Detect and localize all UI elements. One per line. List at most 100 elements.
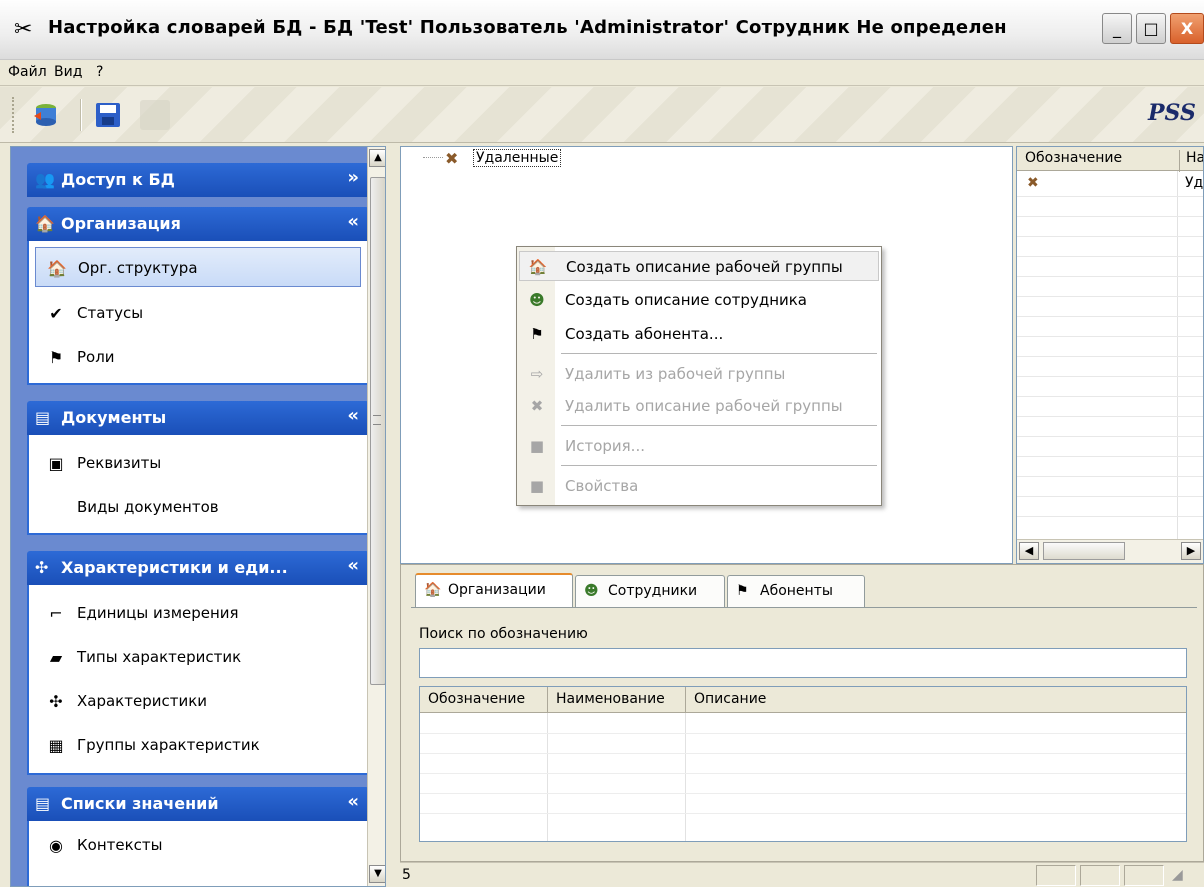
ctx-separator [561,425,877,426]
nav-item-units[interactable]: ⌐ Единицы измерения [35,593,361,633]
tab-employees[interactable]: ☻ Сотрудники [575,575,725,607]
house-icon: 🏠 [35,214,55,233]
ctx-properties[interactable]: ■ Свойства [519,471,879,501]
app-window: ✂ Настройка словарей БД - БД 'Test' Поль… [0,0,1204,887]
group-title: Характеристики и еди... [61,558,288,577]
col-header-designation[interactable]: Обозначение [1025,150,1122,166]
database-icon[interactable] [28,97,64,133]
col-header-name[interactable]: Наименование [548,687,686,713]
chevron-up-icon[interactable]: « [347,791,359,812]
menu-file[interactable]: Файл [8,64,47,80]
nav-item-label: Орг. структура [78,259,198,277]
title-bar: ✂ Настройка словарей БД - БД 'Test' Поль… [0,0,1204,60]
table-row [1017,377,1203,397]
nav-item-label: Контексты [77,836,163,854]
ctx-create-workgroup[interactable]: 🏠 Создать описание рабочей группы [519,251,879,281]
table-row [1017,197,1203,217]
col-header-name[interactable]: На [1179,150,1203,172]
tab-organizations[interactable]: 🏠 Организации [415,573,573,609]
nav-group-header[interactable]: ▤ Списки значений « [27,787,369,821]
house-icon: 🏠 [528,258,548,276]
minimize-button[interactable]: _ [1102,13,1132,44]
nav-item-label: Реквизиты [77,454,162,472]
table-row[interactable]: ✖ Уд [1017,171,1203,197]
table-row [1017,477,1203,497]
ctx-history[interactable]: ■ История... [519,431,879,461]
person-icon: ☻ [584,583,599,599]
house-icon: 🏠 [47,259,67,278]
nav-item-char-types[interactable]: ▰ Типы характеристик [35,637,361,677]
group-title: Организация [61,214,181,233]
flag-icon: ⚑ [736,583,749,599]
nav-group-header[interactable]: 👥 Доступ к БД » [27,163,369,197]
tab-label: Абоненты [760,583,833,599]
nav-item-label: Статусы [77,304,144,322]
organizations-table: Обозначение Наименование Описание [419,686,1187,842]
menu-help[interactable]: ? [96,64,103,80]
col-header-description[interactable]: Описание [686,687,1186,713]
nav-item-statuses[interactable]: ✔ Статусы [35,293,361,333]
scroll-thumb[interactable] [1043,542,1125,560]
tab-subscribers[interactable]: ⚑ Абоненты [727,575,865,607]
status-bar: 5 ◢ [400,862,1204,887]
chevron-down-icon[interactable]: » [347,167,359,188]
close-button[interactable]: X [1170,13,1204,44]
col-header-designation[interactable]: Обозначение [420,687,548,713]
chevron-up-icon[interactable]: « [347,405,359,426]
characteristics-icon: ✣ [49,692,63,711]
scroll-thumb[interactable] [370,177,385,685]
maximize-button[interactable]: □ [1136,13,1166,44]
form-icon: ▣ [48,454,64,473]
nav-group-header[interactable]: ✣ Характеристики и еди... « [27,551,369,585]
menu-view[interactable]: Вид [54,64,82,80]
toolbar-grip[interactable] [12,97,16,133]
documents-icon: ▤ [35,408,51,427]
nav-item-attributes[interactable]: ▣ Реквизиты [35,443,361,483]
scroll-up-icon[interactable]: ▲ [369,149,385,167]
nav-item-char-groups[interactable]: ▦ Группы характеристик [35,725,361,765]
nav-item-contexts[interactable]: ◉ Контексты [35,825,361,865]
tab-label: Организации [448,582,546,598]
nav-group-body: ◉ Контексты [27,821,369,886]
nav-item-document-types[interactable]: Виды документов [35,487,361,527]
status-panel [1036,865,1076,886]
history-icon: ■ [529,437,545,455]
ctx-delete-workgroup[interactable]: ✖ Удалить описание рабочей группы [519,391,879,421]
horizontal-scrollbar[interactable]: ◀ ▶ [1017,539,1203,563]
status-count: 5 [402,867,411,883]
table-row [420,773,1186,774]
context-icon: ◉ [49,836,63,855]
brand-logo: PSS [1148,100,1196,126]
nav-item-characteristics[interactable]: ✣ Характеристики [35,681,361,721]
nav-group-header[interactable]: ▤ Документы « [27,401,369,435]
tree-node-deleted[interactable]: Удаленные [473,149,562,167]
status-panel [1080,865,1120,886]
search-input[interactable] [419,648,1187,678]
documents-icon: ▤ [35,794,51,813]
table-row [1017,457,1203,477]
ctx-create-subscriber[interactable]: ⚑ Создать абонента... [519,319,879,349]
chevron-up-icon[interactable]: « [347,211,359,232]
scroll-right-icon[interactable]: ▶ [1181,542,1201,560]
characteristics-icon: ✣ [35,558,49,577]
arrow-right-icon: ⇨ [530,365,544,383]
ctx-create-employee[interactable]: ☻ Создать описание сотрудника [519,285,879,315]
nav-scrollbar[interactable]: ▲ ▼ [367,147,385,886]
delete-x-icon: ✖ [530,397,544,415]
nav-group-body: 🏠 Орг. структура ✔ Статусы ⚑ Роли [27,241,369,385]
ctx-remove-from-workgroup[interactable]: ⇨ Удалить из рабочей группы [519,359,879,389]
ctx-item-label: Создать описание рабочей группы [566,258,843,276]
bottom-panel: 🏠 Организации ☻ Сотрудники ⚑ Абоненты По… [400,564,1204,862]
scroll-down-icon[interactable]: ▼ [369,865,385,883]
nav-group-header[interactable]: 🏠 Организация « [27,207,369,241]
nav-item-org-structure[interactable]: 🏠 Орг. структура [35,247,361,287]
checkmark-icon: ✔ [49,304,63,323]
resize-grip-icon[interactable]: ◢ [1172,867,1183,883]
nav-item-label: Единицы измерения [77,604,239,622]
table-row [420,753,1186,754]
ruler-icon: ⌐ [49,604,63,623]
scroll-left-icon[interactable]: ◀ [1019,542,1039,560]
chevron-up-icon[interactable]: « [347,555,359,576]
save-icon[interactable] [90,97,126,133]
nav-item-roles[interactable]: ⚑ Роли [35,337,361,377]
